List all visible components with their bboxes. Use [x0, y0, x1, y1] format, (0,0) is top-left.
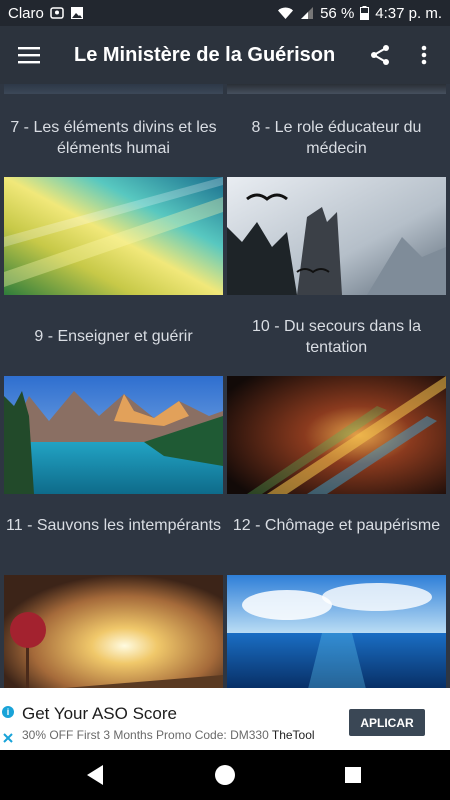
chapter-thumbnail	[4, 376, 223, 494]
chapter-label[interactable]: 12 - Chômage et paupérisme	[227, 515, 446, 536]
menu-button[interactable]	[0, 26, 58, 84]
share-icon	[371, 45, 389, 65]
recents-button[interactable]	[340, 762, 366, 788]
ad-promo-text: 30% OFF First 3 Months Promo Code: DM330	[22, 728, 269, 742]
image-icon	[70, 7, 83, 19]
ad-title[interactable]: Get Your ASO Score	[22, 704, 177, 724]
battery-percent: 56 %	[320, 4, 355, 22]
thumbnail-fragment	[4, 84, 223, 94]
chapter-label[interactable]: 7 - Les éléments divins et les éléments …	[4, 117, 223, 159]
chapter-thumbnail	[227, 575, 446, 688]
chapter-thumbnail	[4, 575, 223, 688]
apply-button[interactable]: APLICAR	[349, 709, 425, 736]
location-badge-icon	[50, 7, 64, 19]
status-bar: Claro 56 % 4:37 p. m.	[0, 0, 450, 26]
ad-banner[interactable]: i Get Your ASO Score 30% OFF First 3 Mon…	[0, 688, 450, 750]
system-nav-bar	[0, 750, 450, 800]
menu-icon	[18, 47, 40, 64]
ad-brand: TheTool	[271, 728, 315, 742]
ad-subtitle: 30% OFF First 3 Months Promo Code: DM330…	[22, 728, 315, 742]
share-button[interactable]	[358, 26, 402, 84]
home-icon	[215, 765, 235, 785]
app-bar: Le Ministère de la Guérison	[0, 26, 450, 84]
carrier-label: Claro	[8, 4, 44, 22]
chapter-label[interactable]: 10 - Du secours dans la tentation	[227, 316, 446, 358]
more-vert-icon	[421, 45, 427, 65]
clock: 4:37 p. m.	[375, 4, 442, 22]
recents-icon	[345, 767, 361, 783]
chapter-grid: 7 - Les éléments divins et les éléments …	[0, 84, 450, 688]
battery-icon	[360, 6, 370, 20]
close-icon[interactable]	[2, 732, 14, 744]
chapter-label[interactable]: 11 - Sauvons les intempérants	[4, 515, 223, 536]
home-button[interactable]	[212, 762, 238, 788]
chapter-label[interactable]: 8 - Le role éducateur du médecin	[227, 117, 446, 159]
chapter-thumbnail	[227, 376, 446, 494]
chapter-thumbnail	[4, 177, 223, 295]
more-options-button[interactable]	[402, 26, 446, 84]
info-icon[interactable]: i	[2, 706, 14, 718]
back-button[interactable]	[82, 762, 108, 788]
wifi-icon	[278, 7, 294, 19]
chapter-thumbnail	[227, 177, 446, 295]
thumbnail-fragment	[227, 84, 446, 94]
chapter-label[interactable]: 9 - Enseigner et guérir	[4, 326, 223, 347]
signal-icon	[301, 7, 314, 19]
app-title: Le Ministère de la Guérison	[74, 43, 336, 66]
back-icon	[87, 765, 103, 785]
